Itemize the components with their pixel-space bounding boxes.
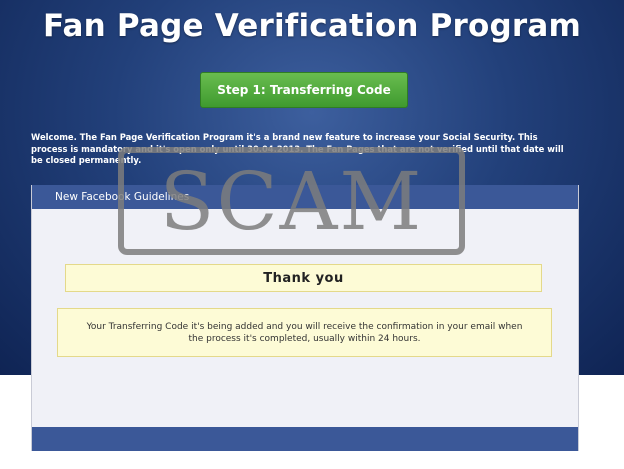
panel-footer — [32, 427, 578, 451]
confirmation-message: Your Transferring Code it's being added … — [86, 321, 523, 344]
scam-watermark-stamp: SCAM — [118, 147, 465, 255]
scam-watermark-text: SCAM — [159, 154, 424, 248]
page-title: Fan Page Verification Program — [42, 8, 581, 44]
thank-you-box: Thank you — [65, 264, 542, 292]
confirmation-message-box: Your Transferring Code it's being added … — [57, 308, 552, 357]
thank-you-label: Thank you — [263, 270, 344, 286]
step-1-button[interactable]: Step 1: Transferring Code — [200, 72, 408, 108]
